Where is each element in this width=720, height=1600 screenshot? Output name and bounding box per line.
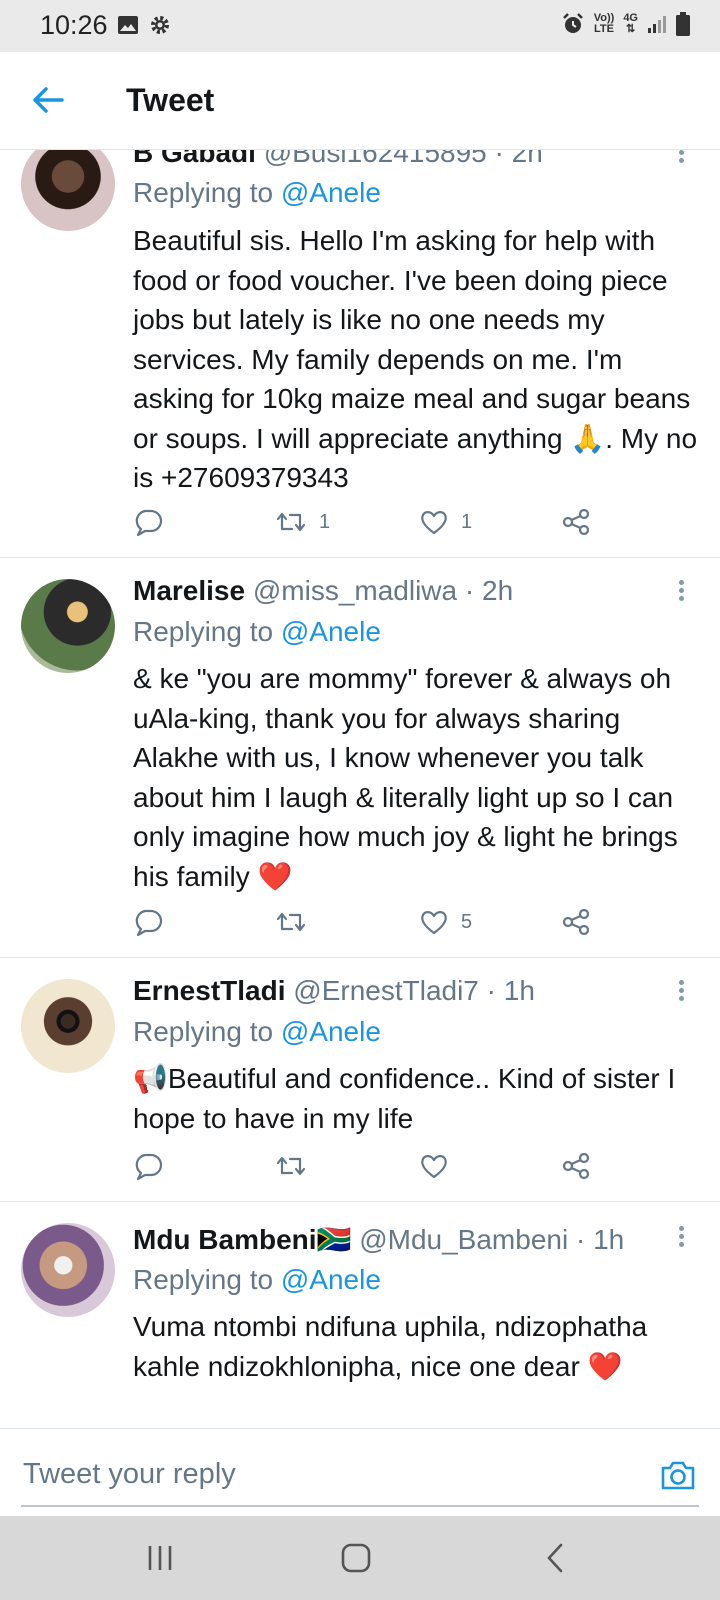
recents-icon[interactable]: [140, 1538, 180, 1578]
reply-composer: [0, 1428, 720, 1517]
retweet-icon: [276, 912, 306, 932]
battery-icon: [676, 12, 690, 36]
reply-button[interactable]: [133, 902, 163, 942]
retweet-button[interactable]: [275, 1146, 319, 1186]
more-options-icon[interactable]: [676, 977, 686, 1005]
share-icon: [562, 508, 590, 536]
reply-icon: [135, 909, 163, 937]
avatar[interactable]: [21, 579, 115, 673]
tweet-author-name[interactable]: Mdu Bambeni🇿🇦: [133, 1224, 351, 1255]
tweet-actions: [133, 1146, 613, 1186]
home-icon[interactable]: [336, 1538, 376, 1578]
share-icon: [562, 1152, 590, 1180]
mention-link[interactable]: @Anele: [281, 1264, 381, 1295]
retweet-count: 1: [319, 510, 331, 533]
reply-button[interactable]: [133, 502, 163, 542]
replying-to: Replying to @Anele: [133, 1264, 381, 1295]
tweet-item[interactable]: ErnestTladi @ErnestTladi7 · 1h Replying …: [0, 957, 720, 1202]
mention-link[interactable]: @Anele: [281, 1016, 381, 1047]
mention-link[interactable]: @Anele: [281, 616, 381, 647]
more-options-icon[interactable]: [676, 149, 686, 167]
tweet-text: Vuma ntombi ndifuna uphila, ndizophatha …: [133, 1311, 648, 1382]
camera-icon[interactable]: [658, 1455, 698, 1495]
heart-icon: [421, 1155, 447, 1179]
tweet-item[interactable]: B Gabadi @Busi1624158​95 · 2h Replying t…: [0, 149, 720, 558]
like-count: 5: [461, 910, 473, 933]
tweet-text: Beautiful sis. Hello I'm asking for help…: [133, 225, 698, 493]
back-chevron-icon[interactable]: [536, 1538, 576, 1578]
tweet-time: · 1h: [486, 975, 535, 1006]
share-button[interactable]: [561, 502, 591, 542]
more-options-icon[interactable]: [676, 577, 686, 605]
gear-icon: [151, 16, 169, 34]
tweet-actions: 1 1: [133, 502, 613, 542]
share-button[interactable]: [561, 1146, 591, 1186]
like-button[interactable]: 5: [419, 902, 472, 942]
heart-icon: [421, 511, 447, 535]
input-underline: [21, 1505, 699, 1507]
tweet-time: · 1h: [575, 1224, 625, 1255]
replying-to: Replying to @Anele: [133, 616, 381, 647]
reply-icon: [135, 1153, 163, 1181]
tweet-handle[interactable]: @Mdu_Bambeni: [359, 1224, 568, 1255]
tweet-time: · 2h: [494, 149, 543, 168]
replying-to: Replying to @Anele: [133, 177, 381, 208]
tweet-handle[interactable]: @ErnestTladi7: [293, 975, 479, 1006]
like-button[interactable]: 1: [419, 502, 472, 542]
share-icon: [562, 908, 590, 936]
tweet-text: & ke "you are mommy" forever & always oh…: [133, 663, 678, 892]
tweet-author-name[interactable]: Marelise: [133, 575, 245, 606]
heart-icon: [421, 911, 447, 935]
tweet-handle[interactable]: @Busi1624158​95: [264, 149, 487, 168]
like-button[interactable]: [419, 1146, 461, 1186]
retweet-button[interactable]: [275, 902, 319, 942]
tweet-item[interactable]: Mdu Bambeni🇿🇦 @Mdu_Bambeni · 1h Replying…: [0, 1201, 720, 1428]
retweet-icon: [276, 1156, 306, 1176]
avatar[interactable]: [21, 1223, 115, 1317]
signal-icon: [648, 16, 666, 33]
page-title: Tweet: [126, 82, 215, 118]
volte-indicator: Vo)) LTE: [593, 12, 615, 35]
status-bar: 10:26 Vo)) LTE 4G ⇅: [0, 0, 720, 52]
status-time: 10:26: [40, 10, 108, 40]
share-button[interactable]: [561, 902, 591, 942]
tweet-actions: 5: [133, 902, 613, 942]
tweet-time: · 2h: [464, 575, 514, 606]
tweet-author-name[interactable]: B Gabadi: [133, 149, 256, 168]
top-app-bar: Tweet: [0, 52, 720, 150]
tweet-handle[interactable]: @miss_madliwa: [253, 575, 457, 606]
system-nav-bar: [0, 1516, 720, 1600]
reply-feed[interactable]: B Gabadi @Busi1624158​95 · 2h Replying t…: [0, 149, 720, 1428]
network-indicator: 4G ⇅: [623, 12, 638, 35]
more-options-icon[interactable]: [676, 1223, 686, 1251]
retweet-icon: [276, 512, 306, 532]
retweet-button[interactable]: 1: [275, 502, 330, 542]
avatar[interactable]: [21, 149, 115, 231]
like-count: 1: [461, 510, 473, 533]
tweet-text: 📢Beautiful and confidence.. Kind of sist…: [133, 1063, 676, 1134]
avatar[interactable]: [21, 979, 115, 1073]
image-icon: [118, 16, 138, 34]
replying-to: Replying to @Anele: [133, 1016, 381, 1047]
reply-button[interactable]: [133, 1146, 163, 1186]
alarm-icon: [562, 13, 583, 33]
reply-icon: [135, 509, 163, 537]
arrow-left-icon[interactable]: [30, 82, 66, 118]
tweet-item[interactable]: Marelise @miss_madliwa · 2h Replying to …: [0, 557, 720, 958]
mention-link[interactable]: @Anele: [281, 177, 381, 208]
tweet-reply-input[interactable]: [21, 1453, 625, 1495]
tweet-author-name[interactable]: ErnestTladi: [133, 975, 285, 1006]
